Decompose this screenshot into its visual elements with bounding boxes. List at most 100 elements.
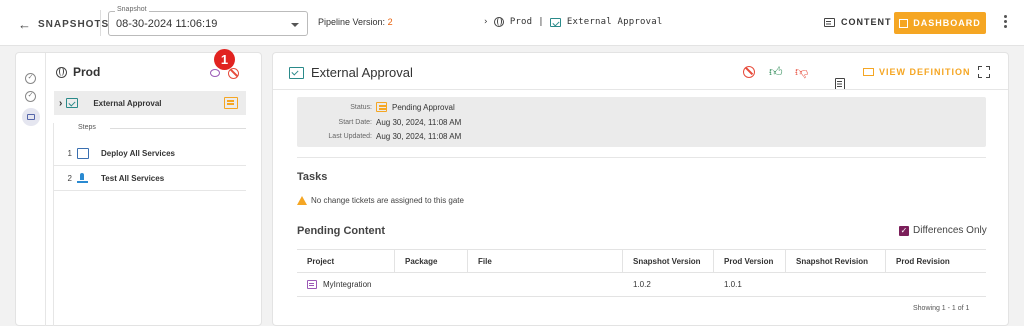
pipeline-stage-panel: ✓ ✓ Prod 1 › External Approval Steps 1 D…	[15, 49, 262, 326]
pipeline-version-label: Pipeline Version:	[318, 17, 386, 27]
tasks-warning: No change tickets are assigned to this g…	[297, 196, 464, 205]
ban-icon[interactable]	[228, 68, 239, 79]
gate-icon	[549, 17, 561, 27]
status-value: Pending Approval	[376, 102, 455, 112]
table-row[interactable]: MyIntegration 1.0.2 1.0.1	[297, 273, 986, 297]
breadcrumb-env[interactable]: Prod	[510, 17, 532, 27]
last-updated-value: Aug 30, 2024, 11:08 AM	[376, 132, 462, 141]
content-label: CONTENT	[841, 17, 892, 27]
divider	[110, 128, 246, 129]
pipeline-version-value: 2	[387, 17, 393, 27]
gate-label: External Approval	[93, 98, 162, 108]
pending-content-heading: Pending Content	[297, 225, 385, 237]
page-title-text: External Approval	[311, 65, 413, 80]
breadcrumb-gate: External Approval	[566, 17, 663, 27]
column-header[interactable]: Prod Revision	[886, 250, 986, 272]
differences-only-label: Differences Only	[913, 225, 987, 236]
pending-status-icon	[376, 102, 387, 112]
pagination-info: Showing 1 - 1 of 1	[913, 305, 970, 312]
globe-icon	[56, 66, 67, 78]
gate-icon	[289, 66, 304, 79]
arrow-left-icon: ←	[18, 17, 32, 32]
step-label: Deploy All Services	[101, 148, 175, 158]
table-cell: MyIntegration	[297, 273, 395, 296]
dashboard-button[interactable]: DASHBOARD	[894, 12, 986, 34]
integration-icon	[307, 280, 317, 289]
page-title: External Approval	[289, 65, 413, 80]
stage-title: Prod	[56, 65, 100, 79]
step-number: 2	[67, 173, 72, 183]
tasks-heading: Tasks	[297, 171, 328, 183]
test-icon	[77, 172, 88, 184]
stage-title-text: Prod	[73, 65, 101, 79]
gate-icon	[66, 98, 79, 108]
dashboard-label: DASHBOARD	[913, 18, 981, 28]
content-button[interactable]: CONTENT	[824, 17, 892, 27]
column-header[interactable]: Prod Version	[714, 250, 786, 272]
deploy-icon	[77, 147, 89, 159]
table-cell: 1.0.2	[633, 280, 651, 289]
fullscreen-icon[interactable]	[978, 66, 990, 78]
content-icon	[824, 17, 835, 27]
step-row[interactable]: 1 Deploy All Services	[54, 141, 246, 166]
caret-down-icon	[291, 23, 299, 27]
gate-detail-panel: External Approval 👍︎ 👎︎ VIEW DEFINITION …	[272, 52, 1009, 326]
view-definition-button[interactable]: VIEW DEFINITION	[863, 67, 971, 77]
snapshot-select[interactable]: Snapshot 08-30-2024 11:06:19	[108, 6, 308, 36]
view-definition-label: VIEW DEFINITION	[879, 67, 971, 77]
definition-icon	[863, 68, 874, 76]
divider	[297, 157, 986, 158]
warning-icon	[297, 196, 307, 205]
divider	[100, 10, 101, 36]
chevron-right-icon: ›	[484, 17, 488, 27]
status-key: Status:	[350, 104, 372, 111]
thumbs-down-icon[interactable]: 👎︎	[795, 65, 808, 78]
status-text: Pending Approval	[392, 102, 455, 112]
back-to-snapshots-button[interactable]: ← SNAPSHOTS	[18, 17, 109, 32]
tasks-warning-text: No change tickets are assigned to this g…	[311, 196, 464, 205]
check-circle-icon[interactable]: ✓	[25, 73, 36, 84]
side-rail: ✓ ✓	[16, 53, 46, 326]
table-cell	[395, 273, 468, 296]
breadcrumb: › Prod | External Approval	[484, 17, 662, 27]
pending-status-icon	[224, 97, 238, 109]
steps-label: Steps	[78, 124, 96, 131]
notification-badge: 1	[214, 49, 235, 70]
last-updated-key: Last Updated:	[328, 133, 372, 140]
table-cell	[886, 273, 986, 296]
table-cell	[468, 273, 623, 296]
step-number: 1	[67, 148, 72, 158]
gate-row-selected[interactable]: › External Approval	[54, 91, 246, 115]
column-header[interactable]: File	[468, 250, 623, 272]
snapshot-legend: Snapshot	[115, 6, 149, 13]
table-header: Project Package File Snapshot Version Pr…	[297, 249, 986, 273]
table-cell: 1.0.1	[724, 280, 742, 289]
column-header[interactable]: Snapshot Revision	[786, 250, 886, 272]
project-name[interactable]: MyIntegration	[323, 280, 371, 289]
chevron-right-icon: ›	[59, 97, 63, 109]
step-row[interactable]: 2 Test All Services	[54, 166, 246, 191]
column-header[interactable]: Project	[297, 250, 395, 272]
pipeline-version: Pipeline Version: 2	[318, 17, 393, 27]
checkbox-checked-icon: ✓	[899, 225, 909, 236]
current-stage-icon[interactable]	[22, 108, 40, 126]
gate-info-box: Status: Pending Approval Start Date: Aug…	[297, 97, 986, 147]
column-header[interactable]: Package	[395, 250, 468, 272]
table-cell	[786, 273, 886, 296]
breadcrumb-separator: |	[538, 17, 544, 27]
approval-icon[interactable]	[210, 69, 220, 77]
ban-icon[interactable]	[743, 66, 755, 78]
differences-only-checkbox[interactable]: ✓ Differences Only	[899, 225, 987, 236]
divider	[273, 89, 1008, 90]
step-label: Test All Services	[101, 173, 165, 183]
thumbs-up-icon[interactable]: 👍︎	[769, 65, 783, 78]
start-date-value: Aug 30, 2024, 11:08 AM	[376, 118, 462, 127]
check-circle-icon[interactable]: ✓	[25, 91, 36, 102]
snapshot-value: 08-30-2024 11:06:19	[116, 18, 218, 30]
back-label: SNAPSHOTS	[38, 19, 110, 30]
start-date-key: Start Date:	[338, 119, 372, 126]
column-header[interactable]: Snapshot Version	[623, 250, 714, 272]
globe-icon	[493, 17, 504, 27]
pending-content-table: Project Package File Snapshot Version Pr…	[297, 249, 986, 297]
more-menu-icon[interactable]	[1002, 15, 1008, 28]
